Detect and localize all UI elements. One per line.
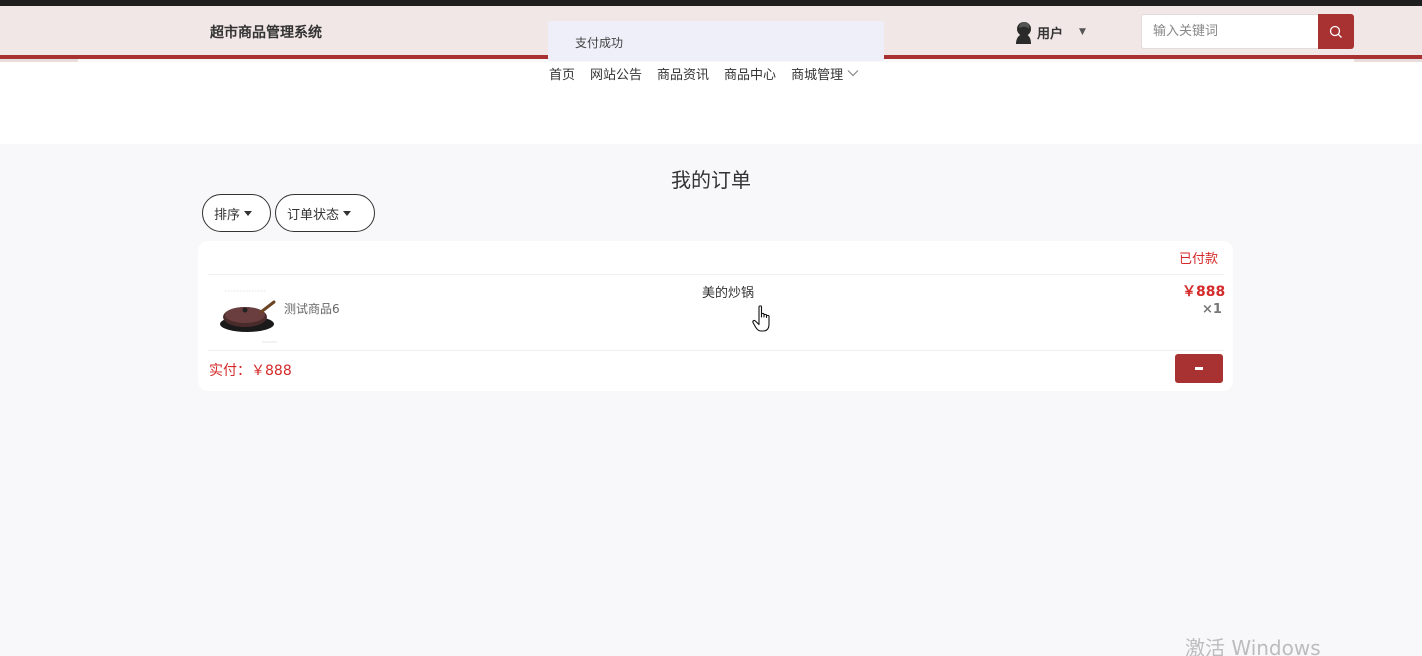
nav-item-mall-management[interactable]: 商城管理 [791, 64, 843, 83]
toast-message: 支付成功 [575, 36, 624, 50]
chevron-down-icon[interactable] [847, 69, 859, 77]
user-menu[interactable]: 用户 ▼ [1013, 20, 1086, 44]
user-avatar-icon [1016, 22, 1031, 44]
order-status-badge: 已付款 [1179, 252, 1219, 267]
product-price: ￥888 [1182, 284, 1226, 300]
order-divider-bottom [208, 350, 1224, 351]
product-code: 测试商品6 [284, 302, 340, 316]
nav-item-news[interactable]: 商品资讯 [657, 64, 709, 83]
search-icon [1329, 25, 1342, 38]
search-input[interactable] [1141, 14, 1319, 49]
user-name: 用户 [1037, 26, 1064, 42]
delete-order-button[interactable] [1175, 354, 1223, 383]
product-name[interactable]: 美的炒锅 [702, 282, 754, 301]
order-status-label: 订单状态 [287, 207, 340, 223]
success-toast: 支付成功 [548, 21, 884, 61]
nav-item-announcements[interactable]: 网站公告 [590, 64, 642, 83]
paid-amount: 实付：￥888 [209, 363, 292, 379]
sort-label: 排序 [214, 207, 241, 223]
header-shade-left [0, 59, 78, 62]
search-button[interactable] [1318, 14, 1354, 49]
windows-activation-watermark: 激活 Windows [1185, 636, 1321, 656]
page-title: 我的订单 [671, 168, 751, 192]
hand-cursor-icon [752, 305, 770, 332]
site-brand: 超市商品管理系统 [210, 25, 322, 41]
header-shade-right [1354, 59, 1422, 62]
order-status-dropdown[interactable]: 订单状态 [275, 194, 375, 232]
product-quantity: ×1 [1202, 302, 1222, 317]
order-card [198, 241, 1233, 391]
nav-item-products[interactable]: 商品中心 [724, 64, 776, 83]
main-nav: 首页 网站公告 商品资讯 商品中心 商城管理 [549, 64, 859, 83]
chevron-down-icon: ▼ [1079, 27, 1086, 37]
caret-down-icon [244, 210, 253, 216]
sort-dropdown[interactable]: 排序 [202, 194, 271, 232]
nav-item-home[interactable]: 首页 [549, 64, 575, 83]
product-thumbnail[interactable] [217, 286, 277, 344]
caret-down-icon [343, 210, 352, 216]
minus-icon [1195, 367, 1203, 370]
order-divider-top [208, 274, 1224, 275]
